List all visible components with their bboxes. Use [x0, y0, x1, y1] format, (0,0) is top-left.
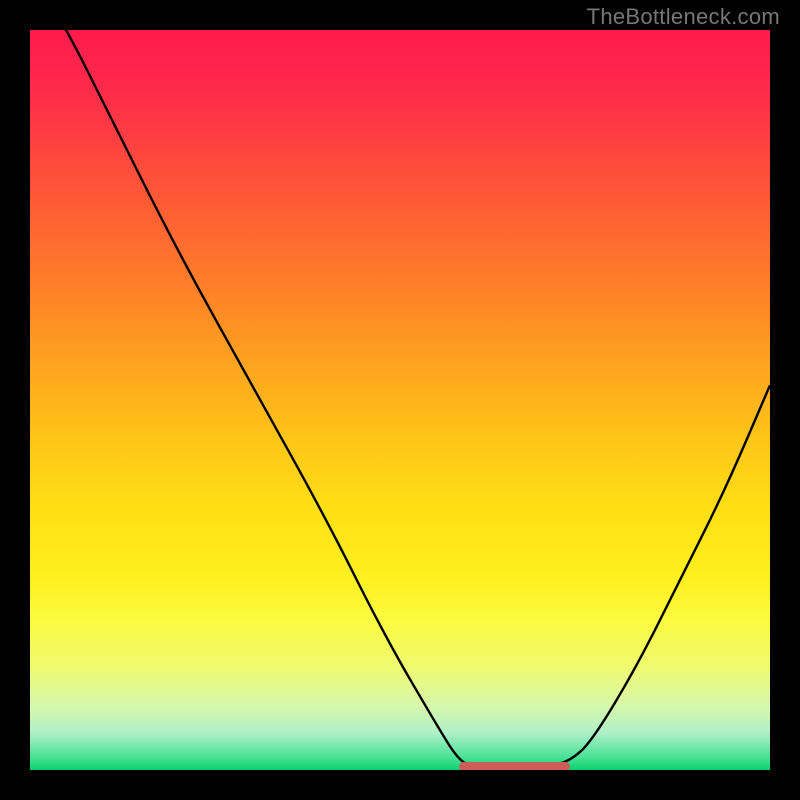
plot-area [30, 30, 770, 770]
curve-path [30, 30, 770, 766]
chart-frame: TheBottleneck.com [0, 0, 800, 800]
optimal-range-marker [459, 762, 570, 770]
bottleneck-curve [30, 30, 770, 770]
attribution-text: TheBottleneck.com [587, 4, 780, 30]
